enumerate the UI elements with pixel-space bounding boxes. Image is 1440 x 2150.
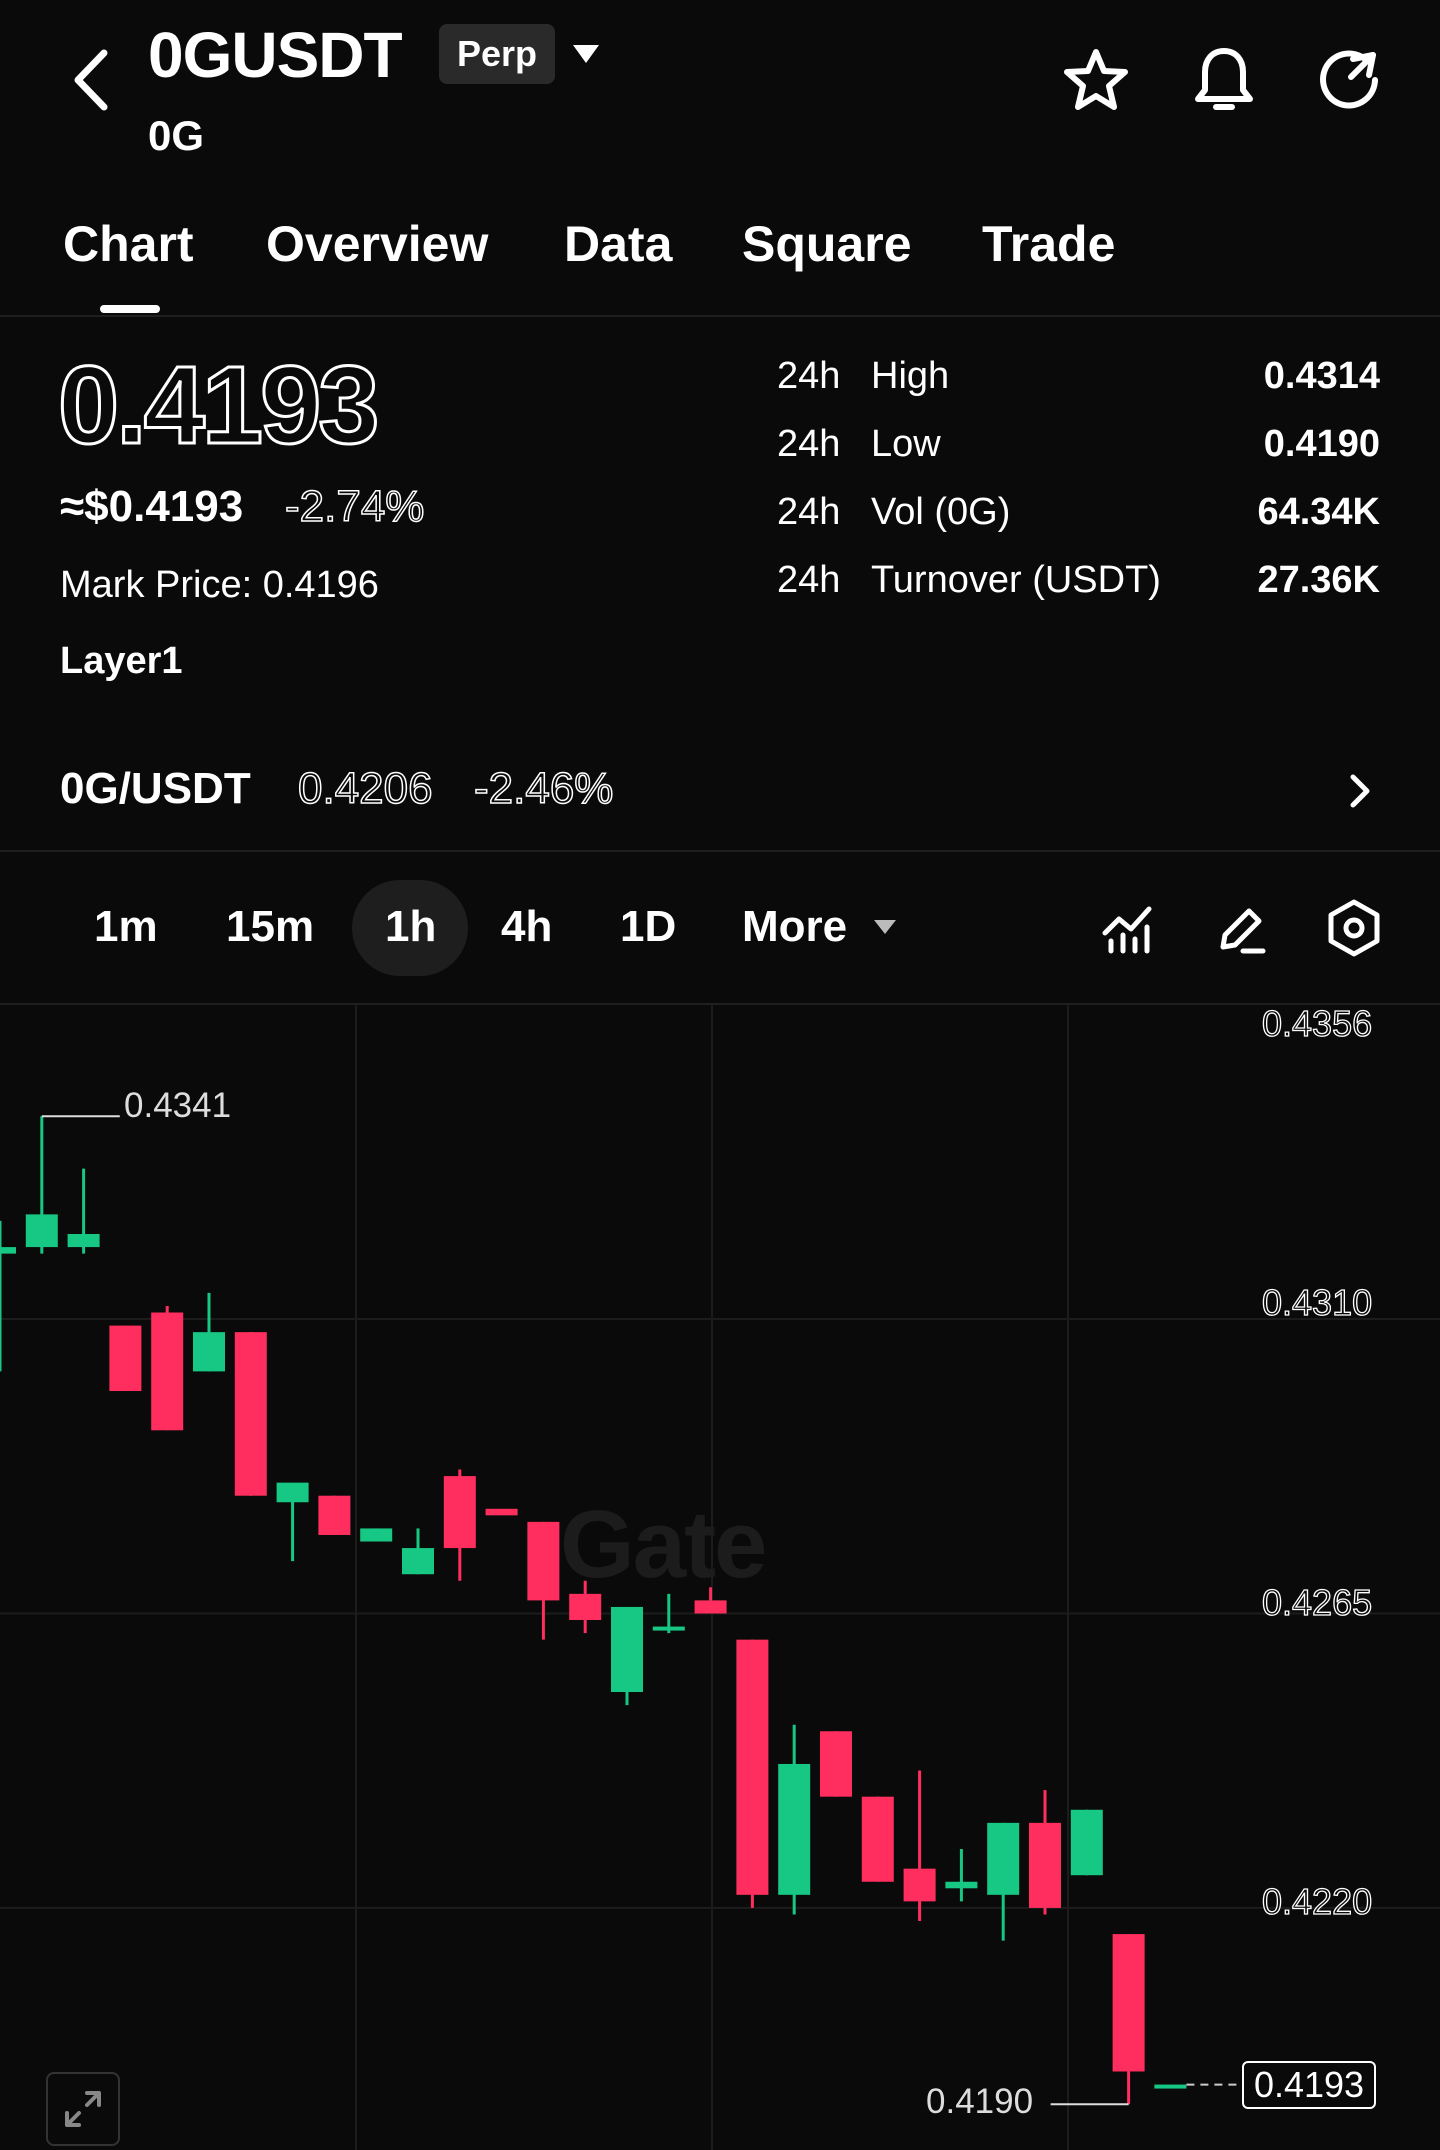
candle-body — [25, 1214, 58, 1248]
timeframe-1d[interactable]: 1D — [620, 902, 676, 952]
stat-period: 24h — [777, 559, 841, 601]
y-axis-tick-label: 0.4356 — [1261, 1002, 1373, 1044]
candle-body — [151, 1312, 184, 1431]
contract-type-badge[interactable]: Perp — [439, 24, 555, 84]
stat-value: 0.4190 — [1263, 423, 1380, 465]
candle-body — [318, 1495, 351, 1535]
candle-body — [736, 1639, 769, 1895]
candle-body — [945, 1881, 978, 1889]
spot-pair-symbol: 0G/USDT — [60, 764, 251, 813]
share-button[interactable] — [1314, 44, 1386, 116]
timeframe-more[interactable]: More — [742, 902, 847, 952]
more-dropdown-caret[interactable] — [872, 918, 898, 941]
last-price-tag: 0.4193 — [1242, 2061, 1376, 2109]
candle-body — [1112, 1934, 1145, 2072]
candle-body — [1029, 1822, 1061, 1908]
spot-pair-change: -2.46% — [473, 763, 614, 814]
back-arrow-icon — [74, 49, 108, 111]
stat-label: Low — [871, 423, 941, 465]
star-icon — [1064, 49, 1128, 110]
bell-icon — [1195, 48, 1253, 110]
high-price-marker: 0.4341 — [124, 1086, 232, 1125]
candle-body — [694, 1600, 727, 1614]
chevron-right-icon — [1350, 774, 1370, 808]
timeframe-15m[interactable]: 15m — [226, 902, 314, 952]
candle-body — [778, 1763, 811, 1895]
low-price-marker: 0.4190 — [926, 2082, 1034, 2121]
active-tab-indicator — [100, 305, 160, 313]
y-axis-tick-label: 0.4220 — [1261, 1880, 1373, 1922]
tab-chart[interactable]: Chart — [63, 215, 194, 273]
timeframe-4h[interactable]: 4h — [501, 902, 552, 952]
pencil-icon — [1220, 908, 1266, 954]
candle-body — [67, 1234, 100, 1248]
fullscreen-button[interactable] — [46, 2072, 120, 2146]
candle-body — [485, 1508, 518, 1516]
stat-label: Vol (0G) — [871, 491, 1011, 533]
stat-value: 64.34K — [1257, 491, 1380, 533]
timeframe-1m[interactable]: 1m — [94, 902, 158, 952]
main-tabs: Chart Overview Data Square Trade — [0, 205, 1440, 315]
candle-body — [193, 1332, 225, 1372]
candle-body — [1070, 1809, 1103, 1876]
candle-body — [1154, 2084, 1187, 2089]
candle-body — [820, 1731, 852, 1797]
chart-settings-button[interactable] — [1322, 896, 1386, 960]
favorite-button[interactable] — [1060, 44, 1132, 116]
candle-body — [0, 1247, 16, 1254]
spot-pair-chevron[interactable] — [1340, 766, 1380, 816]
stat-value: 27.36K — [1257, 559, 1380, 601]
draw-tool-button[interactable] — [1210, 898, 1272, 960]
back-button[interactable] — [60, 40, 120, 120]
category-tag[interactable]: Layer1 — [60, 640, 183, 683]
stat-label: Turnover (USDT) — [871, 559, 1161, 601]
candle-body — [360, 1528, 393, 1542]
price-alert-button[interactable] — [1188, 44, 1260, 116]
symbol-title[interactable]: 0GUSDT — [148, 18, 403, 92]
stat-label: High — [871, 355, 950, 397]
tab-data[interactable]: Data — [564, 215, 672, 273]
share-icon — [1320, 50, 1378, 109]
indicators-button[interactable] — [1096, 898, 1158, 960]
tab-trade[interactable]: Trade — [982, 215, 1115, 273]
caret-down-icon — [573, 45, 599, 63]
stat-period: 24h — [777, 423, 841, 465]
expand-icon — [65, 2091, 101, 2127]
indicator-chart-icon — [1102, 906, 1152, 954]
candle-body — [611, 1606, 643, 1692]
y-axis-tick-label: 0.4310 — [1261, 1281, 1373, 1323]
candle-body — [527, 1521, 560, 1601]
tabs-divider — [0, 315, 1440, 317]
candle-body — [652, 1626, 685, 1631]
spot-pair-price: 0.4206 — [297, 763, 433, 814]
last-price: 0.4193 — [56, 343, 380, 469]
tab-square[interactable]: Square — [742, 215, 912, 273]
candle-body — [109, 1325, 142, 1392]
caret-down-icon — [874, 920, 896, 934]
mark-price: Mark Price: 0.4196 — [60, 564, 379, 606]
stat-period: 24h — [777, 491, 841, 533]
pair-divider — [0, 850, 1440, 852]
symbol-dropdown-button[interactable] — [566, 36, 606, 72]
usd-price: ≈$0.4193 — [60, 482, 244, 531]
stat-value: 0.4314 — [1263, 355, 1380, 397]
price-change: -2.74% — [284, 481, 425, 532]
settings-hexagon-icon — [1328, 899, 1380, 957]
candle-body — [861, 1796, 894, 1882]
candle-body — [276, 1482, 309, 1503]
candle-body — [234, 1332, 267, 1496]
tab-overview[interactable]: Overview — [266, 215, 488, 273]
timeframe-1h[interactable]: 1h — [385, 902, 436, 952]
base-asset-label: 0G — [148, 112, 205, 159]
y-axis-tick-label: 0.4265 — [1261, 1581, 1373, 1623]
candle-body — [987, 1822, 1020, 1895]
candle-body — [402, 1548, 434, 1575]
candle-body — [443, 1476, 476, 1549]
watermark-logo: Gate — [560, 1491, 767, 1598]
stat-period: 24h — [777, 355, 841, 397]
candle-body — [903, 1868, 936, 1902]
